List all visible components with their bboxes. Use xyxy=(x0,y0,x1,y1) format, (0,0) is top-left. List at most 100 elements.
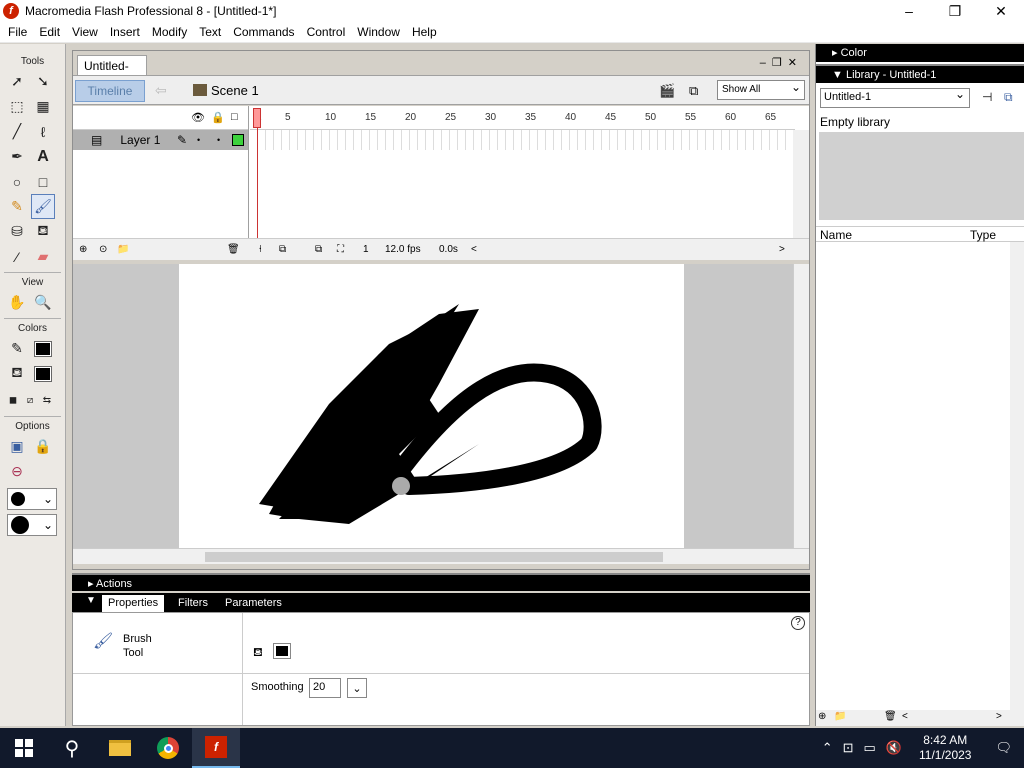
volume-muted-icon[interactable]: 🔇 xyxy=(881,740,907,756)
no-color-icon[interactable]: ⧄ xyxy=(22,388,38,413)
brush-mode-icon[interactable]: ⊖ xyxy=(5,459,29,484)
eraser-icon[interactable]: ▰ xyxy=(31,244,55,269)
add-layer-icon[interactable]: ⊕ xyxy=(79,244,87,255)
start-button[interactable] xyxy=(0,728,48,768)
selection-tool-icon[interactable]: ➚ xyxy=(5,69,29,94)
clock[interactable]: 8:42 AM 11/1/2023 xyxy=(907,733,984,763)
timeline-toggle-button[interactable]: Timeline xyxy=(75,80,145,102)
fill-color-swatch[interactable] xyxy=(273,643,291,659)
menu-text[interactable]: Text xyxy=(193,25,227,39)
smoothing-dropdown[interactable]: ⌄ xyxy=(347,678,367,698)
pin-icon[interactable]: ⊣ xyxy=(982,90,992,104)
column-name[interactable]: Name xyxy=(820,228,852,242)
timeline-vertical-scrollbar[interactable] xyxy=(793,130,809,238)
outline-icon[interactable]: □ xyxy=(231,111,238,123)
eyedropper-icon[interactable]: ⁄ xyxy=(5,244,29,269)
oval-tool-icon[interactable]: ○ xyxy=(5,169,29,194)
brush-tool-icon[interactable]: 🖌 xyxy=(31,194,55,219)
onion-skin-icon[interactable]: ⧉ xyxy=(279,244,286,255)
edit-symbols-icon[interactable]: ⧉ xyxy=(689,83,709,99)
menu-window[interactable]: Window xyxy=(351,25,406,39)
menu-commands[interactable]: Commands xyxy=(227,25,300,39)
delete-layer-icon[interactable]: 🗑 xyxy=(227,244,240,255)
new-library-icon[interactable]: ⧉ xyxy=(1004,90,1013,105)
notifications-icon[interactable]: 🗨 xyxy=(983,740,1024,756)
scroll-right-icon[interactable]: > xyxy=(779,244,785,255)
file-explorer-icon[interactable] xyxy=(96,728,144,768)
menu-modify[interactable]: Modify xyxy=(146,25,193,39)
pencil-tool-icon[interactable]: ✎ xyxy=(5,194,29,219)
playhead[interactable] xyxy=(253,108,261,128)
add-folder-icon[interactable]: 📁 xyxy=(117,244,129,255)
menu-help[interactable]: Help xyxy=(406,25,443,39)
free-transform-icon[interactable]: ⬚ xyxy=(5,94,29,119)
hand-tool-icon[interactable]: ✋ xyxy=(5,290,29,315)
maximize-button[interactable]: ❐ xyxy=(932,0,978,22)
menu-view[interactable]: View xyxy=(66,25,104,39)
scroll-thumb[interactable] xyxy=(205,552,663,562)
minimize-button[interactable]: – xyxy=(886,0,932,22)
menu-control[interactable]: Control xyxy=(301,25,352,39)
tab-filters[interactable]: Filters xyxy=(172,595,214,612)
help-icon[interactable]: ? xyxy=(791,616,805,630)
scroll-left-icon[interactable]: < xyxy=(471,244,477,255)
stage-vertical-scrollbar[interactable] xyxy=(793,264,809,548)
library-select[interactable]: Untitled-1 xyxy=(820,87,970,108)
menu-edit[interactable]: Edit xyxy=(33,25,66,39)
center-frame-icon[interactable]: ⍿ xyxy=(259,244,262,255)
tab-parameters[interactable]: Parameters xyxy=(219,595,288,612)
add-guide-icon[interactable]: ⊙ xyxy=(99,244,107,255)
stage[interactable] xyxy=(179,264,684,548)
edit-multiple-icon[interactable]: ⛶ xyxy=(337,244,344,255)
new-symbol-icon[interactable]: ⊕ xyxy=(818,711,826,722)
scroll-left-icon[interactable]: < xyxy=(902,711,908,722)
zoom-dropdown[interactable]: Show All xyxy=(717,80,805,100)
delete-icon[interactable]: 🗑 xyxy=(884,711,897,722)
monitor-icon[interactable]: ▭ xyxy=(859,740,881,756)
frame-row[interactable] xyxy=(250,130,795,150)
swap-colors-icon[interactable]: ⇆ xyxy=(39,388,55,413)
document-tab[interactable]: Untitled-1* xyxy=(77,55,147,87)
column-type[interactable]: Type xyxy=(970,228,996,242)
lock-icon[interactable]: 🔒 xyxy=(211,111,225,124)
stroke-color-swatch[interactable] xyxy=(31,336,55,361)
close-button[interactable]: ✕ xyxy=(978,0,1024,22)
stage-horizontal-scrollbar[interactable] xyxy=(73,548,809,564)
zoom-tool-icon[interactable]: 🔍 xyxy=(31,290,55,315)
tab-properties[interactable]: Properties xyxy=(102,595,165,612)
frame-ruler[interactable]: 1 5 10 15 20 25 30 35 40 45 50 55 60 65 xyxy=(250,106,795,130)
onion-outline-icon[interactable]: ⧉ xyxy=(315,244,322,255)
text-tool-icon[interactable]: A xyxy=(31,144,55,169)
menu-insert[interactable]: Insert xyxy=(104,25,146,39)
library-panel-header[interactable]: ▼ Library - Untitled-1 xyxy=(816,64,1024,83)
line-tool-icon[interactable]: ╱ xyxy=(5,119,29,144)
lasso-tool-icon[interactable]: ℓ xyxy=(31,119,55,144)
stage-pasteboard[interactable] xyxy=(73,264,793,548)
paint-bucket-icon[interactable]: ⛾ xyxy=(31,219,55,244)
new-folder-icon[interactable]: 📁 xyxy=(834,711,846,722)
rectangle-tool-icon[interactable]: □ xyxy=(31,169,55,194)
flash-taskbar-icon[interactable]: f xyxy=(192,728,240,768)
color-panel-header[interactable]: ▸ Color xyxy=(816,44,1024,62)
outline-color-square[interactable] xyxy=(232,134,244,146)
visible-dot-icon[interactable]: • xyxy=(197,135,200,145)
lock-dot-icon[interactable]: • xyxy=(217,135,220,145)
fill-color-swatch[interactable] xyxy=(31,361,55,386)
back-arrow-icon[interactable]: ⇦ xyxy=(155,82,167,99)
object-drawing-icon[interactable]: ▣ xyxy=(5,434,29,459)
library-scrollbar[interactable] xyxy=(1010,242,1024,712)
collapse-arrow-icon[interactable]: ▼ xyxy=(86,595,96,606)
brush-shape-dropdown[interactable]: ⌄ xyxy=(7,514,57,536)
subselection-tool-icon[interactable]: ➘ xyxy=(31,69,55,94)
chevron-up-icon[interactable]: ⌃ xyxy=(817,740,838,756)
network-icon[interactable]: ⊡ xyxy=(838,740,859,756)
document-window-controls[interactable]: –❐✕ xyxy=(760,56,803,69)
scroll-right-icon[interactable]: > xyxy=(996,711,1002,722)
ink-bottle-icon[interactable]: ⛁ xyxy=(5,219,29,244)
menu-file[interactable]: File xyxy=(2,25,33,39)
eye-icon[interactable]: 👁 xyxy=(191,111,205,124)
gradient-transform-icon[interactable]: ▦ xyxy=(31,94,55,119)
lock-fill-icon[interactable]: 🔒 xyxy=(31,434,55,459)
search-icon[interactable]: ⚲ xyxy=(48,728,96,768)
black-white-icon[interactable]: ◼ xyxy=(5,388,21,413)
